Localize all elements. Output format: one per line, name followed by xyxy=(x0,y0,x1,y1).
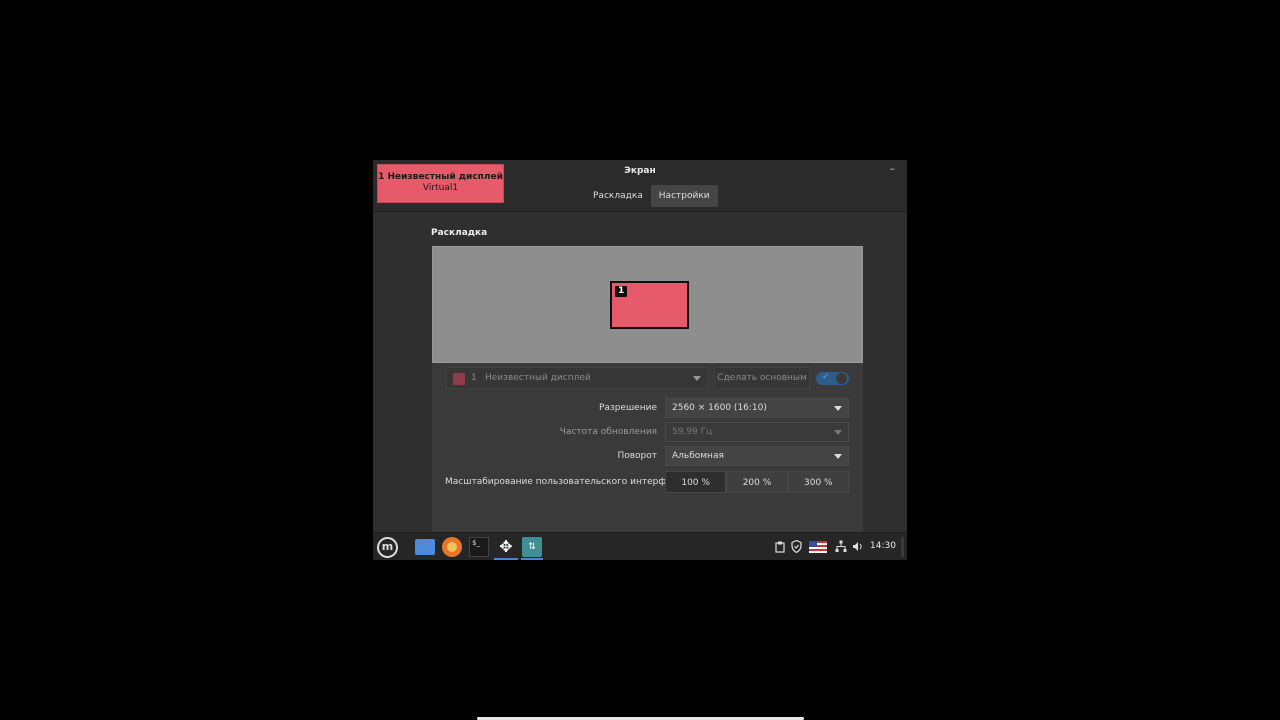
chevron-down-icon xyxy=(834,430,842,435)
layout-canvas: 1 xyxy=(432,246,863,363)
resolution-select[interactable]: 2560 × 1600 (16:10) xyxy=(665,398,849,418)
active-indicator xyxy=(521,558,543,560)
shield-icon[interactable] xyxy=(791,540,802,553)
monitor-number-badge: 1 xyxy=(615,286,628,297)
resolution-label: Разрешение xyxy=(598,403,657,413)
chevron-down-icon xyxy=(693,376,701,381)
display-controls-row: 1 Неизвестный дисплей Сделать основным ✓ xyxy=(446,367,849,391)
display-name: Неизвестный дисплей xyxy=(485,373,591,383)
rotation-row: Поворот Альбомная xyxy=(432,446,863,468)
monitor-block[interactable]: 1 xyxy=(610,281,689,329)
tab-layout[interactable]: Раскладка xyxy=(585,185,651,207)
refresh-rate-select[interactable]: 59,99 Гц xyxy=(665,422,849,442)
toggle-knob xyxy=(836,373,847,384)
settings-panel: 1 1 Неизвестный дисплей Сделать основным… xyxy=(432,246,863,536)
network-icon[interactable] xyxy=(835,540,847,553)
window-title: Экран xyxy=(624,166,656,176)
display-number: 1 xyxy=(471,373,477,383)
terminal-icon[interactable]: $_ xyxy=(469,537,489,557)
tab-settings[interactable]: Настройки xyxy=(650,185,718,207)
show-desktop-button[interactable] xyxy=(901,537,904,557)
scaling-button-group: 100 % 200 % 300 % xyxy=(665,471,849,493)
refresh-rate-label: Частота обновления xyxy=(559,427,657,437)
display-color-swatch xyxy=(453,373,465,385)
firefox-icon[interactable] xyxy=(442,537,462,557)
move-icon[interactable]: ✥ xyxy=(495,537,517,557)
display-enable-toggle[interactable]: ✓ xyxy=(816,372,849,385)
scaling-row: Масштабирование пользовательского интерф… xyxy=(432,471,863,493)
rotation-label: Поворот xyxy=(617,451,657,461)
folder-icon[interactable] xyxy=(415,539,435,555)
chevron-down-icon xyxy=(834,454,842,459)
rotation-value: Альбомная xyxy=(672,451,724,461)
rotation-select[interactable]: Альбомная xyxy=(665,446,849,466)
check-icon: ✓ xyxy=(822,372,830,382)
scale-200-button[interactable]: 200 % xyxy=(726,471,788,493)
make-primary-button[interactable]: Сделать основным xyxy=(714,367,810,389)
minimize-button[interactable]: – xyxy=(890,162,896,175)
resolution-row: Разрешение 2560 × 1600 (16:10) xyxy=(432,398,863,420)
active-indicator xyxy=(494,558,518,560)
menu-icon[interactable]: m xyxy=(377,537,398,558)
refresh-rate-row: Частота обновления 59,99 Гц xyxy=(432,422,863,444)
taskbar: m $_ ✥ ⇅ 14:30 xyxy=(373,532,907,560)
scaling-label: Масштабирование пользовательского интерф… xyxy=(445,477,688,487)
display-settings-app-icon[interactable]: ⇅ xyxy=(522,537,542,557)
scale-300-button[interactable]: 300 % xyxy=(787,471,849,493)
scale-100-button[interactable]: 100 % xyxy=(665,471,727,493)
window-header: 1 Неизвестный дисплей Virtual1 Экран – Р… xyxy=(373,160,907,212)
chevron-down-icon xyxy=(834,406,842,411)
display-tag-subtitle: Virtual1 xyxy=(422,183,459,193)
resolution-value: 2560 × 1600 (16:10) xyxy=(672,403,767,413)
volume-icon[interactable] xyxy=(852,541,864,552)
clock[interactable]: 14:30 xyxy=(870,541,896,551)
keyboard-layout-flag-icon[interactable] xyxy=(809,541,827,553)
refresh-rate-value: 59,99 Гц xyxy=(672,427,713,437)
section-title: Раскладка xyxy=(431,228,488,238)
clipboard-icon[interactable] xyxy=(775,541,785,553)
display-select-dropdown[interactable]: 1 Неизвестный дисплей xyxy=(446,367,708,389)
tab-bar: Раскладка Настройки xyxy=(585,185,718,207)
display-settings-window: 1 Неизвестный дисплей Virtual1 Экран – Р… xyxy=(373,160,907,560)
